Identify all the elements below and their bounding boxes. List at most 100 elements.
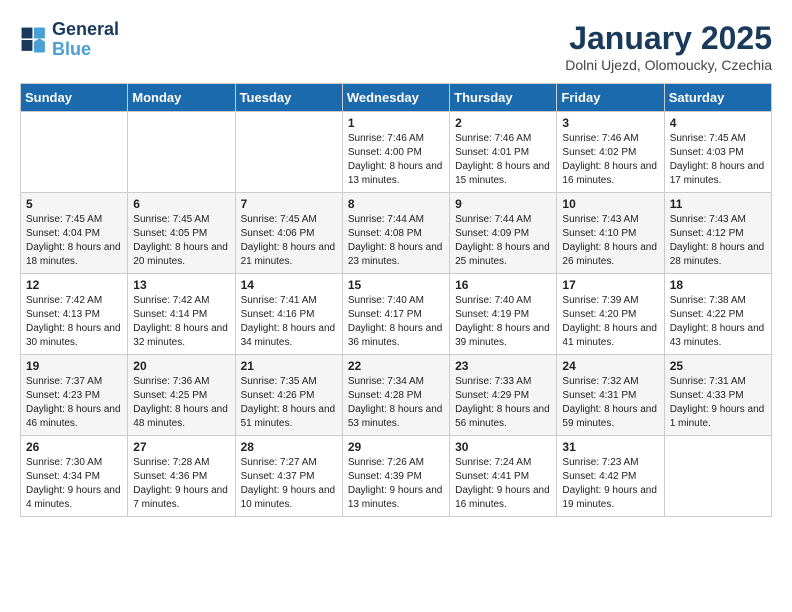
day-info: Sunrise: 7:31 AMSunset: 4:33 PMDaylight:… [670, 375, 766, 431]
day-info: Sunrise: 7:34 AMSunset: 4:28 PMDaylight:… [348, 375, 444, 431]
calendar-day [128, 112, 235, 193]
calendar-day: 21 Sunrise: 7:35 AMSunset: 4:26 PMDayligh… [235, 355, 342, 436]
title-block: January 2025 Dolni Ujezd, Olomoucky, Cze… [565, 20, 772, 73]
page-header: General Blue January 2025 Dolni Ujezd, O… [20, 20, 772, 73]
calendar-day: 28 Sunrise: 7:27 AMSunset: 4:37 PMDayligh… [235, 436, 342, 517]
calendar-day: 26 Sunrise: 7:30 AMSunset: 4:34 PMDayligh… [21, 436, 128, 517]
day-number: 7 [241, 197, 337, 211]
calendar-day: 27 Sunrise: 7:28 AMSunset: 4:36 PMDayligh… [128, 436, 235, 517]
calendar-week-4: 19 Sunrise: 7:37 AMSunset: 4:23 PMDayligh… [21, 355, 772, 436]
calendar-day: 14 Sunrise: 7:41 AMSunset: 4:16 PMDayligh… [235, 274, 342, 355]
day-info: Sunrise: 7:35 AMSunset: 4:26 PMDaylight:… [241, 375, 337, 431]
calendar-day: 1Sunrise: 7:46 AMSunset: 4:00 PMDaylight… [342, 112, 449, 193]
calendar-day: 7 Sunrise: 7:45 AMSunset: 4:06 PMDaylight… [235, 193, 342, 274]
day-number: 3 [562, 116, 658, 130]
day-number: 16 [455, 278, 551, 292]
day-info: Sunrise: 7:26 AMSunset: 4:39 PMDaylight:… [348, 456, 444, 512]
day-info: Sunrise: 7:45 AMSunset: 4:05 PMDaylight:… [133, 213, 229, 269]
day-info: Sunrise: 7:46 AMSunset: 4:00 PMDaylight:… [348, 132, 444, 188]
calendar-day: 3 Sunrise: 7:46 AMSunset: 4:02 PMDaylight… [557, 112, 664, 193]
weekday-header-thursday: Thursday [450, 84, 557, 112]
day-info: Sunrise: 7:40 AMSunset: 4:17 PMDaylight:… [348, 294, 444, 350]
day-number: 14 [241, 278, 337, 292]
day-info: Sunrise: 7:40 AMSunset: 4:19 PMDaylight:… [455, 294, 551, 350]
day-number: 30 [455, 440, 551, 454]
day-number: 9 [455, 197, 551, 211]
day-info: Sunrise: 7:38 AMSunset: 4:22 PMDaylight:… [670, 294, 766, 350]
day-info: Sunrise: 7:27 AMSunset: 4:37 PMDaylight:… [241, 456, 337, 512]
calendar-day: 17Sunrise: 7:39 AMSunset: 4:20 PMDayligh… [557, 274, 664, 355]
logo-icon [20, 26, 48, 54]
day-number: 2 [455, 116, 551, 130]
weekday-header-monday: Monday [128, 84, 235, 112]
day-info: Sunrise: 7:24 AMSunset: 4:41 PMDaylight:… [455, 456, 551, 512]
logo-text-line2: Blue [52, 40, 119, 60]
calendar-day: 4Sunrise: 7:45 AMSunset: 4:03 PMDaylight… [664, 112, 771, 193]
calendar-week-2: 5 Sunrise: 7:45 AMSunset: 4:04 PMDaylight… [21, 193, 772, 274]
day-number: 23 [455, 359, 551, 373]
calendar-day: 29Sunrise: 7:26 AMSunset: 4:39 PMDayligh… [342, 436, 449, 517]
calendar-day: 23 Sunrise: 7:33 AMSunset: 4:29 PMDayligh… [450, 355, 557, 436]
day-info: Sunrise: 7:45 AMSunset: 4:06 PMDaylight:… [241, 213, 337, 269]
day-number: 25 [670, 359, 766, 373]
day-number: 27 [133, 440, 229, 454]
calendar-day [235, 112, 342, 193]
day-info: Sunrise: 7:33 AMSunset: 4:29 PMDaylight:… [455, 375, 551, 431]
calendar-day: 12Sunrise: 7:42 AMSunset: 4:13 PMDayligh… [21, 274, 128, 355]
day-number: 24 [562, 359, 658, 373]
day-info: Sunrise: 7:23 AMSunset: 4:42 PMDaylight:… [562, 456, 658, 512]
calendar-day: 18 Sunrise: 7:38 AMSunset: 4:22 PMDayligh… [664, 274, 771, 355]
calendar-day: 22 Sunrise: 7:34 AMSunset: 4:28 PMDayligh… [342, 355, 449, 436]
day-info: Sunrise: 7:45 AMSunset: 4:04 PMDaylight:… [26, 213, 122, 269]
calendar-week-5: 26 Sunrise: 7:30 AMSunset: 4:34 PMDayligh… [21, 436, 772, 517]
calendar-day: 13Sunrise: 7:42 AMSunset: 4:14 PMDayligh… [128, 274, 235, 355]
calendar-day [664, 436, 771, 517]
day-info: Sunrise: 7:30 AMSunset: 4:34 PMDaylight:… [26, 456, 122, 512]
day-info: Sunrise: 7:46 AMSunset: 4:02 PMDaylight:… [562, 132, 658, 188]
day-info: Sunrise: 7:41 AMSunset: 4:16 PMDaylight:… [241, 294, 337, 350]
logo: General Blue [20, 20, 119, 60]
day-number: 6 [133, 197, 229, 211]
day-info: Sunrise: 7:43 AMSunset: 4:12 PMDaylight:… [670, 213, 766, 269]
day-info: Sunrise: 7:42 AMSunset: 4:14 PMDaylight:… [133, 294, 229, 350]
day-info: Sunrise: 7:37 AMSunset: 4:23 PMDaylight:… [26, 375, 122, 431]
calendar-day: 31 Sunrise: 7:23 AMSunset: 4:42 PMDayligh… [557, 436, 664, 517]
calendar-day: 10 Sunrise: 7:43 AMSunset: 4:10 PMDayligh… [557, 193, 664, 274]
calendar-day: 9 Sunrise: 7:44 AMSunset: 4:09 PMDaylight… [450, 193, 557, 274]
calendar-day: 5 Sunrise: 7:45 AMSunset: 4:04 PMDaylight… [21, 193, 128, 274]
day-number: 11 [670, 197, 766, 211]
calendar-day: 15 Sunrise: 7:40 AMSunset: 4:17 PMDayligh… [342, 274, 449, 355]
month-title: January 2025 [565, 20, 772, 57]
calendar-week-3: 12Sunrise: 7:42 AMSunset: 4:13 PMDayligh… [21, 274, 772, 355]
day-info: Sunrise: 7:28 AMSunset: 4:36 PMDaylight:… [133, 456, 229, 512]
calendar-day: 30 Sunrise: 7:24 AMSunset: 4:41 PMDayligh… [450, 436, 557, 517]
calendar-day: 20 Sunrise: 7:36 AMSunset: 4:25 PMDayligh… [128, 355, 235, 436]
day-number: 31 [562, 440, 658, 454]
day-info: Sunrise: 7:36 AMSunset: 4:25 PMDaylight:… [133, 375, 229, 431]
weekday-header-wednesday: Wednesday [342, 84, 449, 112]
day-info: Sunrise: 7:43 AMSunset: 4:10 PMDaylight:… [562, 213, 658, 269]
day-number: 20 [133, 359, 229, 373]
day-number: 19 [26, 359, 122, 373]
day-number: 28 [241, 440, 337, 454]
weekday-header-tuesday: Tuesday [235, 84, 342, 112]
weekday-header-row: SundayMondayTuesdayWednesdayThursdayFrid… [21, 84, 772, 112]
day-info: Sunrise: 7:46 AMSunset: 4:01 PMDaylight:… [455, 132, 551, 188]
day-number: 17 [562, 278, 658, 292]
calendar-day: 19 Sunrise: 7:37 AMSunset: 4:23 PMDayligh… [21, 355, 128, 436]
day-info: Sunrise: 7:44 AMSunset: 4:09 PMDaylight:… [455, 213, 551, 269]
day-number: 22 [348, 359, 444, 373]
calendar-day: 6 Sunrise: 7:45 AMSunset: 4:05 PMDaylight… [128, 193, 235, 274]
day-number: 8 [348, 197, 444, 211]
day-number: 15 [348, 278, 444, 292]
day-number: 26 [26, 440, 122, 454]
day-number: 18 [670, 278, 766, 292]
day-number: 5 [26, 197, 122, 211]
calendar-week-1: 1Sunrise: 7:46 AMSunset: 4:00 PMDaylight… [21, 112, 772, 193]
calendar-day: 11 Sunrise: 7:43 AMSunset: 4:12 PMDayligh… [664, 193, 771, 274]
day-info: Sunrise: 7:32 AMSunset: 4:31 PMDaylight:… [562, 375, 658, 431]
day-number: 10 [562, 197, 658, 211]
calendar-table: SundayMondayTuesdayWednesdayThursdayFrid… [20, 83, 772, 517]
calendar-day: 24 Sunrise: 7:32 AMSunset: 4:31 PMDayligh… [557, 355, 664, 436]
day-number: 21 [241, 359, 337, 373]
